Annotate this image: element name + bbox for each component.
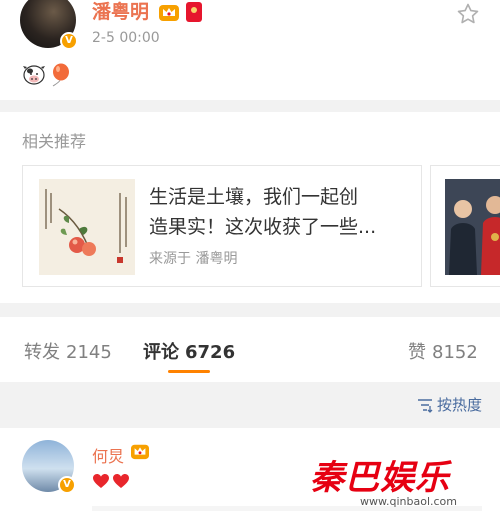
star-icon[interactable] xyxy=(456,2,480,26)
author-avatar[interactable]: V xyxy=(20,0,78,50)
sort-by-hot-button[interactable]: 按热度 xyxy=(417,394,482,415)
recommend-title: 相关推荐 xyxy=(22,132,87,151)
tab-comment-count: 6726 xyxy=(185,342,236,363)
tab-like-label: 赞 xyxy=(408,342,426,363)
commenter-name[interactable]: 何炅 xyxy=(92,443,124,467)
recommend-card[interactable]: 生活是土壤，我们一起创 造果实！这次收获了一些... 来源于 潘粤明 xyxy=(22,165,422,287)
verified-badge: V xyxy=(58,476,76,494)
tab-repost-count: 2145 xyxy=(66,342,112,363)
recommend-thumbnail xyxy=(39,179,135,275)
verified-badge: V xyxy=(60,32,78,50)
tab-repost[interactable]: 转发 2145 xyxy=(24,338,112,364)
red-packet-icon xyxy=(186,2,202,22)
recommend-text-line-1: 生活是土壤，我们一起创 xyxy=(149,186,359,208)
post-header: V 潘粤明 2-5 00:00 xyxy=(0,0,500,100)
crown-icon xyxy=(159,5,179,21)
painting-image xyxy=(39,179,135,275)
tab-comment[interactable]: 评论 6726 xyxy=(143,338,235,364)
people-photo xyxy=(445,179,500,275)
active-tab-indicator xyxy=(168,370,210,373)
tab-comment-label: 评论 xyxy=(143,342,179,363)
cow-icon xyxy=(23,65,45,85)
recommend-source: 来源于 潘粤明 xyxy=(149,251,238,267)
section-divider xyxy=(0,303,500,317)
sort-label: 按热度 xyxy=(436,396,482,414)
balloon-icon xyxy=(52,63,69,87)
sort-icon xyxy=(417,398,433,413)
tab-like-count: 8152 xyxy=(432,342,478,363)
heart-icon xyxy=(113,474,129,488)
recommend-text: 生活是土壤，我们一起创 造果实！这次收获了一些... xyxy=(149,182,413,242)
watermark-logo: 秦巴娱乐 xyxy=(310,458,450,498)
emoji-row xyxy=(22,63,70,87)
recommend-card-next[interactable] xyxy=(430,165,500,287)
sort-bar: 按热度 xyxy=(0,382,500,428)
section-divider xyxy=(0,100,500,112)
heart-icon xyxy=(93,474,109,488)
author-name[interactable]: 潘粤明 xyxy=(92,0,149,24)
tab-like[interactable]: 赞 8152 xyxy=(408,338,478,364)
comment-content xyxy=(92,473,130,489)
tab-repost-label: 转发 xyxy=(24,342,60,363)
commenter-avatar[interactable]: V xyxy=(22,440,76,494)
watermark-url: www.qinbaol.com xyxy=(360,495,457,508)
recommend-text-line-2: 造果实！这次收获了一些... xyxy=(149,216,377,238)
recommend-thumbnail-photo xyxy=(445,179,500,275)
crown-icon xyxy=(131,444,149,460)
post-time: 2-5 00:00 xyxy=(92,30,160,46)
